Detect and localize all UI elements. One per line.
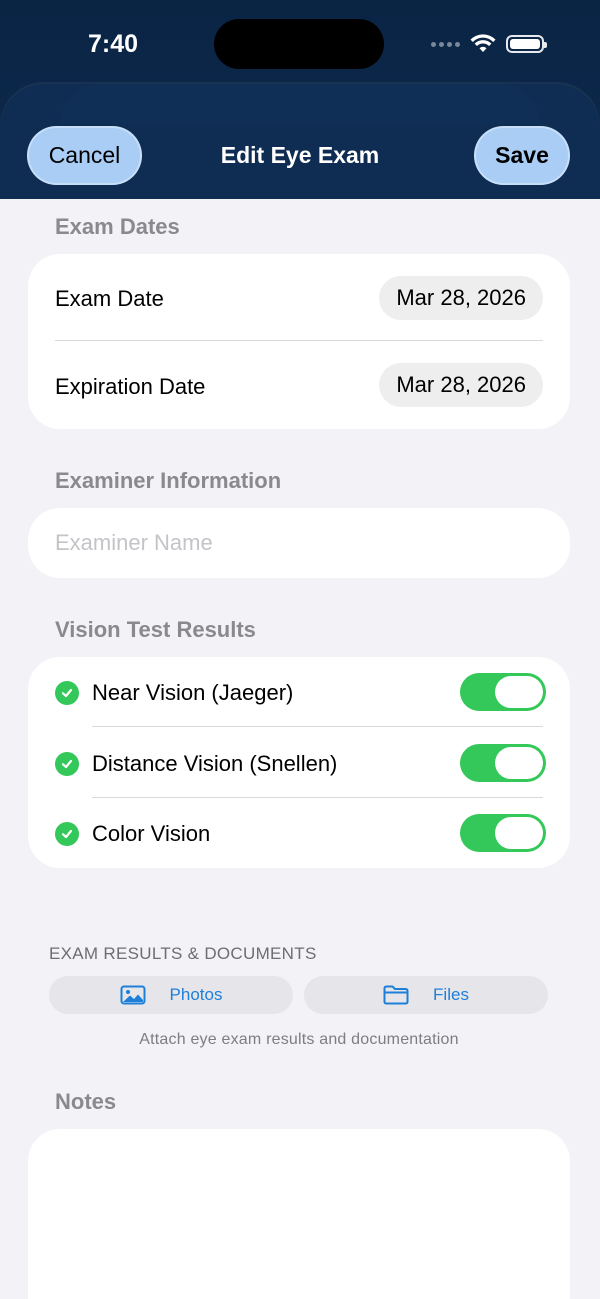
status-time: 7:40 [88,30,139,58]
exam-date-label: Exam Date [55,286,164,311]
section-title-exam-dates: Exam Dates [55,214,180,239]
battery-icon [506,35,547,53]
checkmark-icon [55,822,79,846]
exam-date-picker[interactable]: Mar 28, 2026 [379,276,543,320]
cellular-signal-icon [431,41,460,47]
files-button-label: Files [433,985,469,1004]
save-button[interactable]: Save [474,126,570,185]
checkmark-icon [55,752,79,776]
expiration-date-picker[interactable]: Mar 28, 2026 [379,363,543,407]
color-vision-label: Color Vision [92,821,211,846]
divider [92,726,543,727]
section-title-examiner: Examiner Information [55,468,282,493]
checkmark-icon [55,681,79,705]
documents-section-caption: EXAM RESULTS & DOCUMENTS [49,944,317,963]
status-icons [431,34,547,54]
attach-hint: Attach eye exam results and documentatio… [139,1031,459,1048]
near-vision-label: Near Vision (Jaeger) [92,680,294,705]
vision-tests-card: Near Vision (Jaeger) Distance Vision (Sn… [28,657,570,868]
distance-vision-label: Distance Vision (Snellen) [92,751,338,776]
photo-icon [120,985,146,1005]
files-button[interactable]: Files [304,976,548,1014]
examiner-name-field[interactable]: Examiner Name [28,508,570,578]
wifi-icon [470,34,496,52]
examiner-name-placeholder: Examiner Name [55,530,213,555]
exam-dates-card: Exam Date Mar 28, 2026 Expiration Date M… [28,254,570,429]
notes-text-area[interactable] [28,1129,570,1299]
near-vision-toggle[interactable] [460,673,546,711]
photos-button-label: Photos [169,985,223,1004]
expiration-date-label: Expiration Date [55,374,206,399]
dynamic-island [214,19,384,69]
section-title-vision-tests: Vision Test Results [55,617,256,642]
section-title-notes: Notes [55,1089,117,1114]
folder-icon [383,985,409,1005]
divider [92,797,543,798]
distance-vision-toggle[interactable] [460,744,546,782]
stacked-sheet-edge [60,84,540,124]
color-vision-toggle[interactable] [460,814,546,852]
photos-button[interactable]: Photos [49,976,293,1014]
divider [55,340,543,341]
